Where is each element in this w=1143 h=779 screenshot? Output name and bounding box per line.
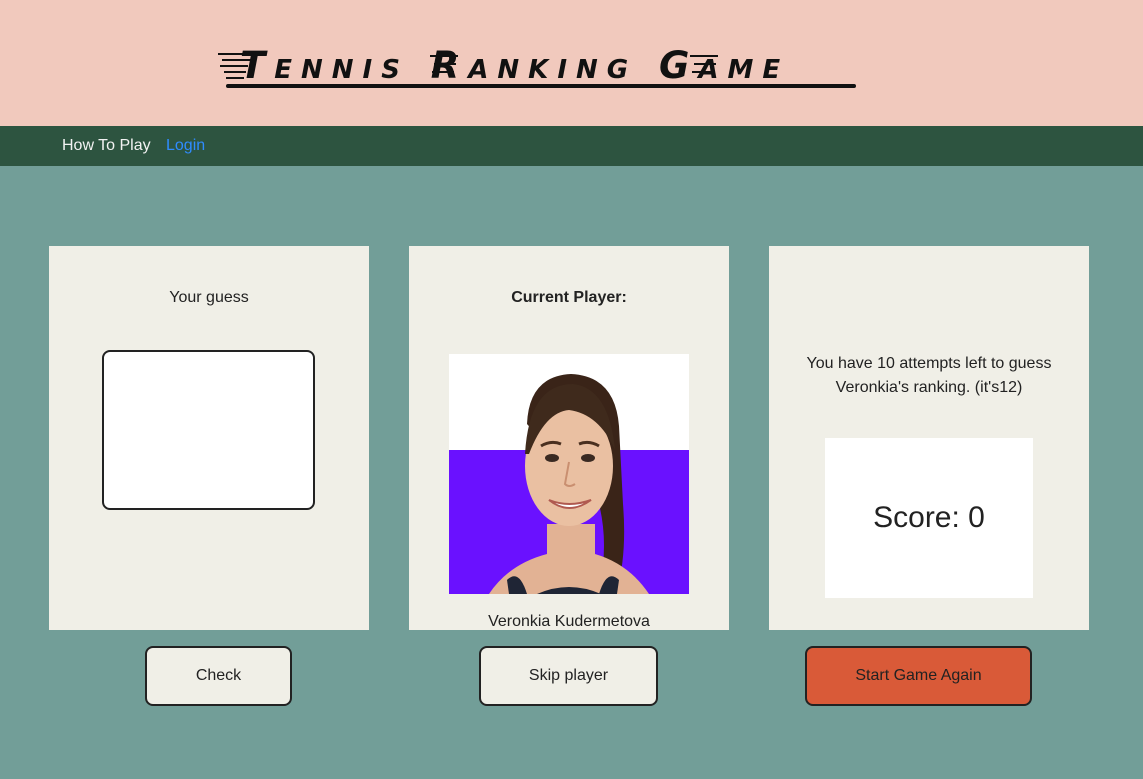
logo-title: Tennis Ranking Game: [218, 44, 858, 90]
nav-how-to-play-link[interactable]: How To Play: [62, 137, 151, 155]
player-photo: [449, 354, 689, 594]
page-title: Tennis Ranking Game: [240, 44, 790, 87]
guess-label: Your guess: [169, 289, 249, 306]
nav-login-link[interactable]: Login: [166, 137, 205, 155]
player-name: Veronkia Kudermetova: [488, 613, 650, 630]
player-portrait-image: [449, 354, 689, 594]
start-game-again-button[interactable]: Start Game Again: [805, 646, 1032, 706]
player-panel: Current Player: Veronkia Kudermetova: [409, 246, 729, 630]
nav-bar: How To Play Login: [0, 126, 1143, 166]
site-header: Tennis Ranking Game: [0, 0, 1143, 126]
title-underline: [226, 84, 856, 88]
score-display: Score: 0: [825, 438, 1033, 598]
status-panel: You have 10 attempts left to guess Veron…: [769, 246, 1089, 630]
guess-input[interactable]: [102, 350, 315, 510]
check-button[interactable]: Check: [145, 646, 292, 706]
guess-panel: Your guess: [49, 246, 369, 630]
current-player-label: Current Player:: [511, 289, 627, 306]
attempts-remaining-text: You have 10 attempts left to guess Veron…: [806, 355, 1052, 396]
skip-player-button[interactable]: Skip player: [479, 646, 658, 706]
